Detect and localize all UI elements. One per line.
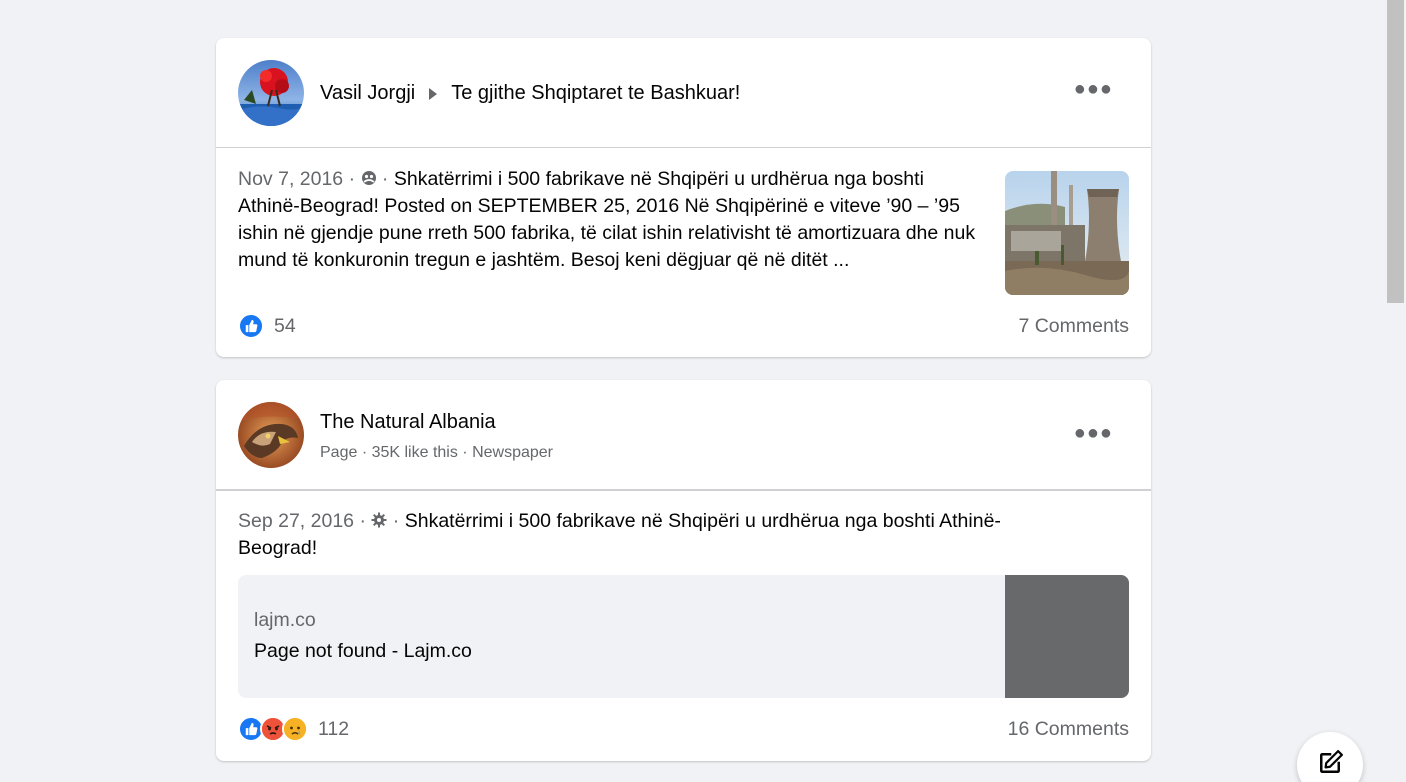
comments-link[interactable]: 16 Comments — [1008, 718, 1129, 741]
comments-link[interactable]: 7 Comments — [1018, 315, 1129, 338]
page-avatar[interactable] — [238, 402, 304, 468]
more-options-icon[interactable]: ●●● — [1074, 78, 1113, 101]
sad-icon — [282, 716, 308, 742]
post-title-line: Vasil Jorgji Te gjithe Shqiptaret te Bas… — [320, 82, 740, 105]
compose-icon — [1320, 750, 1343, 773]
post-header: The Natural Albania Page · 35K like this… — [216, 380, 1151, 491]
post-text: Sep 27, 2016 · · Shkatërrimi i 500 fabri… — [238, 508, 1068, 562]
scrollbar-thumb[interactable] — [1387, 0, 1404, 303]
link-domain: lajm.co — [254, 609, 316, 631]
meta-separator: · — [381, 168, 389, 190]
meta-separator: · — [348, 168, 356, 190]
gear-icon — [371, 512, 387, 528]
reactions-summary[interactable]: 112 — [238, 716, 349, 742]
link-preview[interactable]: lajm.co Page not found - Lajm.co — [238, 575, 1129, 698]
post-date[interactable]: Nov 7, 2016 — [238, 168, 343, 190]
reaction-count: 54 — [274, 314, 296, 337]
more-options-icon[interactable]: ●●● — [1074, 422, 1113, 445]
author-name[interactable]: Vasil Jorgji — [320, 82, 415, 105]
meta-separator: · — [359, 510, 366, 532]
page-subline: Page · 35K like this · Newspaper — [320, 444, 553, 461]
reactions-summary[interactable]: 54 — [238, 313, 296, 339]
like-icon — [238, 313, 264, 339]
post-date[interactable]: Sep 27, 2016 — [238, 510, 354, 532]
group-audience-icon — [361, 171, 376, 185]
post-title-line: The Natural Albania — [320, 411, 496, 434]
link-preview-image — [1005, 575, 1129, 698]
group-name[interactable]: Te gjithe Shqiptaret te Bashkuar! — [451, 82, 740, 105]
reaction-count: 112 — [318, 717, 350, 740]
meta-separator: · — [392, 510, 400, 532]
link-title: Page not found - Lajm.co — [254, 640, 472, 662]
page-name[interactable]: The Natural Albania — [320, 411, 496, 434]
post-card: Vasil Jorgji Te gjithe Shqiptaret te Bas… — [216, 38, 1151, 357]
author-avatar[interactable] — [238, 60, 304, 126]
page-scrollbar[interactable] — [1386, 0, 1406, 782]
post-footer: 112 16 Comments — [238, 716, 1129, 742]
post-footer: 54 7 Comments — [238, 313, 1129, 339]
compose-button[interactable] — [1297, 732, 1363, 782]
post-text: Nov 7, 2016 · · Shkatërrimi i 500 fabrik… — [238, 166, 983, 274]
post-card: The Natural Albania Page · 35K like this… — [216, 380, 1151, 761]
post-header: Vasil Jorgji Te gjithe Shqiptaret te Bas… — [216, 38, 1151, 148]
shared-to-arrow-icon — [429, 87, 438, 100]
post-thumbnail[interactable] — [1005, 171, 1129, 295]
